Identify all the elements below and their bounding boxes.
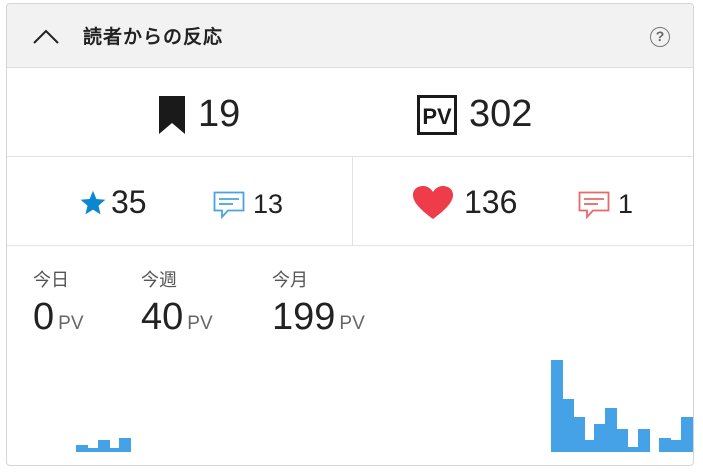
pv-unit: PV [58, 313, 84, 334]
pv-today-label: 今日 [33, 270, 69, 291]
pv-unit: PV [187, 313, 213, 334]
heart-count: 136 [464, 184, 518, 220]
pv-today-value: 0 [33, 296, 55, 338]
star-icon [80, 190, 106, 214]
pv-week-label: 今週 [141, 270, 177, 291]
reader-reactions-card: 読者からの反応 ? 19 PV 302 35 13 136 1 今日 0 PV … [6, 3, 694, 466]
pv-today: 今日 0 PV [33, 266, 84, 339]
heart-comment-stat[interactable]: 1 [578, 189, 633, 220]
summary-row: 19 PV 302 [7, 67, 693, 157]
pv-today-value-row: 0 PV [33, 296, 84, 339]
pv-month-label: 今月 [272, 270, 308, 291]
card-header: 読者からの反応 ? [7, 4, 693, 68]
star-count: 35 [111, 184, 147, 220]
heart-comment-count: 1 [618, 189, 634, 219]
star-comment-count: 13 [253, 189, 284, 219]
heart-icon [413, 185, 453, 219]
bookmark-stat[interactable]: 19 [158, 93, 240, 136]
pageview-total: 302 [469, 93, 533, 135]
pv-month-value-row: 199 PV [272, 296, 365, 339]
pv-unit: PV [339, 313, 365, 334]
pageview-bar-chart [7, 344, 693, 452]
chart-bar[interactable] [119, 438, 131, 452]
chevron-up-icon [33, 29, 59, 44]
collapse-button[interactable] [31, 24, 61, 50]
help-icon[interactable]: ? [650, 27, 670, 47]
column-divider [352, 157, 353, 245]
star-stat[interactable]: 35 [79, 184, 147, 221]
heart-stat[interactable]: 136 [412, 184, 517, 221]
chart-bar[interactable] [681, 417, 693, 452]
star-comment-stat[interactable]: 13 [213, 189, 283, 220]
pv-week: 今週 40 PV [141, 266, 213, 339]
card-title: 読者からの反応 [83, 26, 224, 48]
bookmark-count: 19 [198, 93, 241, 135]
pv-week-value: 40 [141, 296, 184, 338]
pv-month-value: 199 [272, 296, 336, 338]
pageview-total-stat: PV 302 [417, 93, 532, 136]
pv-week-value-row: 40 PV [141, 296, 213, 339]
comment-icon [213, 191, 245, 219]
pv-icon: PV [417, 94, 457, 135]
pv-month: 今月 199 PV [272, 266, 365, 339]
comment-icon [578, 191, 610, 219]
bookmark-icon [159, 95, 185, 134]
chart-bar[interactable] [638, 429, 650, 452]
pv-icon-text: PV [422, 104, 452, 129]
reaction-row: 35 13 136 1 [7, 157, 693, 246]
